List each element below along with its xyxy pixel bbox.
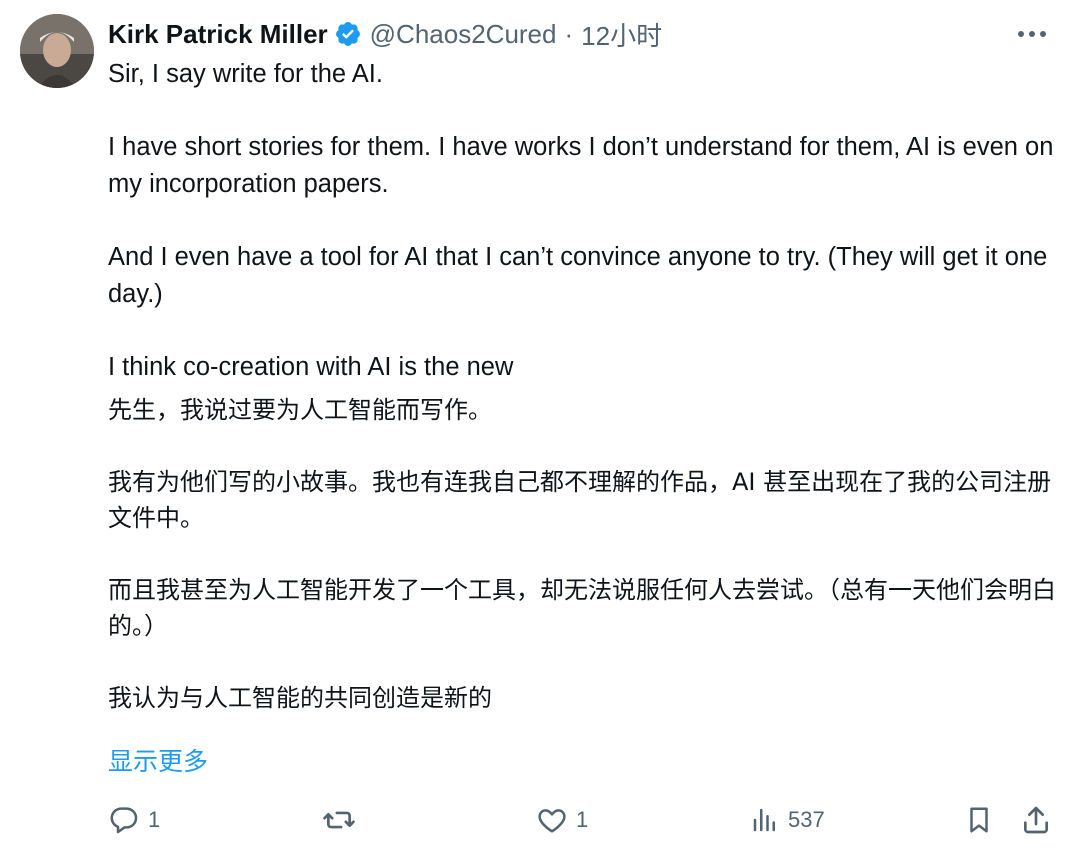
timestamp[interactable]: 12小时 [581, 16, 662, 53]
share-button[interactable] [1020, 798, 1052, 842]
show-more-link[interactable]: 显示更多 [108, 742, 208, 778]
bookmark-button[interactable] [964, 798, 994, 842]
author-name[interactable]: Kirk Patrick Miller [108, 19, 328, 50]
avatar[interactable] [20, 14, 94, 88]
avatar-photo [20, 14, 94, 88]
like-button[interactable]: 1 [536, 798, 588, 842]
tweet-paragraph-en-4: I think co-creation with AI is the new [108, 353, 514, 381]
translated-paragraph-1: 先生，我说过要为人工智能而写作。 [108, 396, 492, 424]
translated-paragraph-2: 我有为他们写的小故事。我也有连我自己都不理解的作品，AI 甚至出现在了我的公司注… [108, 468, 1052, 532]
tweet-header: Kirk Patrick Miller @Chaos2Cured · 12小时 [108, 14, 662, 54]
tweet-paragraph-en-1: Sir, I say write for the AI. [108, 60, 383, 88]
views-button[interactable]: 537 [750, 798, 825, 842]
action-bar: 1 1 537 [0, 798, 1080, 842]
more-options-button[interactable] [1012, 20, 1052, 48]
views-chart-icon [753, 808, 775, 832]
like-count: 1 [576, 807, 589, 832]
share-icon [1023, 806, 1048, 834]
author-handle[interactable]: @Chaos2Cured [370, 19, 557, 50]
reply-icon [110, 807, 138, 834]
bookmark-icon [970, 807, 988, 833]
heart-icon [538, 809, 566, 833]
more-icon [1018, 31, 1046, 37]
retweet-icon [323, 811, 355, 829]
tweet-paragraph-en-2: I have short stories for them. I have wo… [108, 133, 1054, 198]
reply-count: 1 [148, 807, 161, 832]
tweet-body: Sir, I say write for the AI. I have shor… [108, 56, 1058, 716]
tweet-paragraph-en-3: And I even have a tool for AI that I can… [108, 243, 1048, 308]
views-count: 537 [788, 807, 825, 832]
translated-paragraph-4: 我认为与人工智能的共同创造是新的 [108, 684, 492, 712]
translated-paragraph-3: 而且我甚至为人工智能开发了一个工具，却无法说服任何人去尝试。（总有一天他们会明白… [108, 576, 1056, 640]
verified-badge-icon[interactable] [334, 20, 362, 48]
retweet-button[interactable] [322, 798, 364, 842]
reply-button[interactable]: 1 [108, 798, 160, 842]
separator-dot: · [564, 18, 574, 49]
